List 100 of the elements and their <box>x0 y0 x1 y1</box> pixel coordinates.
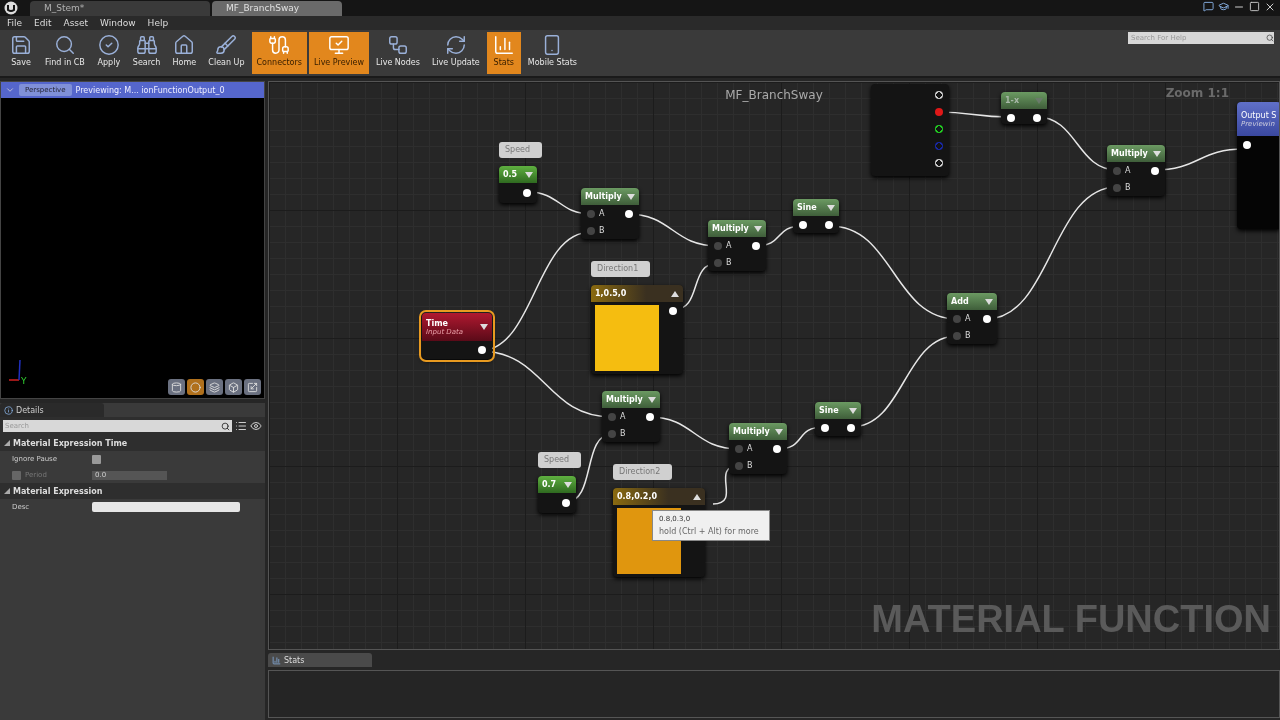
input-pin <box>587 209 595 218</box>
toolbar-button[interactable]: Clean Up <box>203 32 250 74</box>
toolbar-button[interactable]: Stats <box>486 32 521 74</box>
node-header: 1-x <box>1001 92 1047 109</box>
pin-label: B <box>726 258 732 267</box>
input-pin <box>735 461 743 470</box>
pin-label: A <box>599 209 605 218</box>
sphere-preview-button[interactable] <box>187 379 204 395</box>
toolbar-button[interactable]: Home <box>167 32 202 74</box>
mesh-preview-button[interactable] <box>244 379 261 395</box>
output-pin <box>478 346 486 354</box>
toolbar-button[interactable]: Live Nodes <box>371 32 425 74</box>
output-pin <box>847 423 855 432</box>
node-header: Multiply <box>1107 145 1165 162</box>
comment-bubble: Speed <box>538 452 582 468</box>
toolbar-button[interactable]: Find in CB <box>40 32 90 74</box>
node-header: 1,0.5,0 <box>591 285 683 302</box>
search-icon <box>1266 34 1274 42</box>
dropdown-arrow-icon <box>849 407 857 414</box>
binoculars-icon <box>135 34 158 56</box>
document-tab[interactable]: M_Stem* <box>30 1 210 16</box>
dropdown-arrow-icon <box>827 204 835 211</box>
checkmark-icon <box>97 34 120 56</box>
input-pin <box>714 241 722 250</box>
plane-preview-button[interactable] <box>206 379 223 395</box>
dropdown-arrow-icon <box>627 193 635 200</box>
house-icon <box>173 34 196 56</box>
search-icon <box>221 421 230 431</box>
section-header[interactable]: Material Expression Time <box>0 435 265 451</box>
brush-icon <box>215 34 238 56</box>
stats-tab[interactable]: Stats <box>268 653 372 667</box>
dropdown-arrow-icon <box>775 428 783 435</box>
output-pin <box>1033 113 1041 122</box>
input-pin <box>1113 183 1121 192</box>
input-pin <box>714 258 722 267</box>
bar-chart-icon <box>272 655 281 665</box>
node-graph-icon <box>386 34 409 56</box>
pin-label: A <box>620 412 626 421</box>
output-pin <box>625 209 633 218</box>
close-icon[interactable] <box>1264 1 1276 13</box>
text-field[interactable] <box>92 502 240 512</box>
input-pin <box>608 412 616 421</box>
expanded-arrow-icon <box>4 440 10 446</box>
details-tab[interactable]: Details <box>0 403 104 417</box>
cube-preview-button[interactable] <box>225 379 242 395</box>
toolbar-button[interactable]: Connectors <box>251 32 307 74</box>
input-pin <box>1243 140 1251 149</box>
toolbar-button[interactable]: Mobile Stats <box>522 32 582 74</box>
dropdown-arrow-icon <box>564 481 572 488</box>
graph-type-label: MATERIAL FUNCTION <box>871 598 1271 641</box>
input-pin <box>953 314 961 323</box>
cylinder-preview-button[interactable] <box>168 379 185 395</box>
comment-bubble: Direction2 <box>613 464 673 480</box>
input-pin <box>799 220 807 229</box>
menu-item[interactable]: Asset <box>63 18 89 28</box>
cable-icon <box>268 34 291 56</box>
pin-label: A <box>747 444 753 453</box>
preview-caption: Previewing: M... ionFunctionOutput_0 <box>75 85 225 95</box>
node-header: 0.7 <box>538 476 576 493</box>
document-tab[interactable]: MF_BranchSway <box>212 1 342 16</box>
toolbar-button[interactable]: Live Preview <box>308 32 369 74</box>
expanded-arrow-icon <box>4 488 10 494</box>
checkbox[interactable] <box>92 454 101 464</box>
menu-item[interactable]: Edit <box>34 18 52 28</box>
toolbar-button[interactable]: Search <box>127 32 166 74</box>
bar-chart-icon <box>492 34 515 56</box>
menu-item[interactable]: Window <box>100 18 136 28</box>
maximize-icon[interactable] <box>1249 1 1260 12</box>
node-header: Multiply <box>708 220 766 237</box>
axis-gizmo-drawing: Y <box>7 356 31 386</box>
input-pin <box>1113 166 1121 175</box>
toolbar-button[interactable]: Apply <box>91 32 126 74</box>
toolbar-button[interactable]: Save <box>4 32 38 74</box>
section-header[interactable]: Material Expression <box>0 483 265 499</box>
graduation-cap-icon[interactable] <box>1218 1 1229 12</box>
pin-label: A <box>726 241 732 250</box>
dropdown-arrow-icon <box>1153 150 1161 157</box>
chat-icon[interactable] <box>1203 1 1214 12</box>
output-pin <box>825 220 833 229</box>
input-pin <box>1007 113 1015 122</box>
output-pin <box>646 412 654 421</box>
toolbar-button[interactable]: Live Update <box>426 32 485 74</box>
input-pin <box>608 429 616 438</box>
list-view-icon[interactable] <box>235 420 247 432</box>
comment-bubble: Direction1 <box>591 261 651 277</box>
pin-label: B <box>599 226 605 235</box>
dropdown-arrow-icon <box>480 324 488 330</box>
menu-item[interactable]: Help <box>147 18 169 28</box>
pin-label: A <box>965 314 971 323</box>
input-pin <box>953 331 961 340</box>
visibility-icon[interactable] <box>250 420 262 432</box>
info-icon <box>4 405 13 415</box>
refresh-icon <box>444 34 467 56</box>
node-header: 0.8,0.2,0 <box>613 488 705 505</box>
menu-item[interactable]: File <box>7 18 23 28</box>
tooltip-hint: hold (Ctrl + Alt) for more <box>659 527 760 536</box>
dropdown-arrow-icon <box>1035 97 1043 104</box>
output-pin <box>773 444 781 453</box>
graph-title: MF_BranchSway <box>725 88 823 102</box>
output-pin <box>1151 166 1159 175</box>
